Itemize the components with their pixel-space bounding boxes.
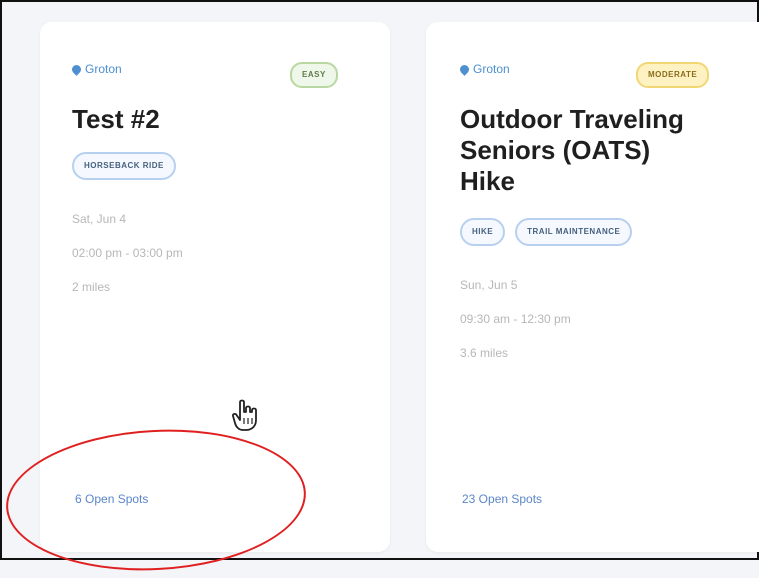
open-spots[interactable]: 23 Open Spots: [462, 492, 542, 506]
event-distance: 3.6 miles: [460, 346, 509, 360]
event-distance: 2 miles: [72, 280, 111, 294]
location-pin-icon: [458, 62, 471, 76]
tag-list: HIKE TRAIL MAINTENANCE: [460, 218, 633, 246]
event-time: 09:30 am - 12:30 pm: [460, 312, 571, 326]
location: Groton: [458, 62, 510, 76]
tag-trail-maintenance: TRAIL MAINTENANCE: [515, 218, 633, 246]
event-title-line-2: Seniors (OATS): [460, 135, 651, 166]
event-title-line-3: Hike: [460, 166, 515, 197]
location-label: Groton: [473, 62, 510, 76]
tag-hike: HIKE: [460, 218, 506, 246]
event-date: Sat, Jun 4: [72, 212, 127, 226]
event-title[interactable]: Test #2: [72, 104, 160, 135]
difficulty-badge: MODERATE: [636, 62, 710, 88]
tag-horseback-ride: HORSEBACK RIDE: [72, 152, 176, 180]
tag-list: HORSEBACK RIDE: [72, 152, 176, 180]
event-time: 02:00 pm - 03:00 pm: [72, 246, 183, 260]
event-title[interactable]: Outdoor Traveling Seniors (OATS) Hike: [460, 104, 684, 198]
difficulty-badge: EASY: [290, 62, 338, 88]
location: Groton: [70, 62, 122, 76]
event-date: Sun, Jun 5: [460, 278, 518, 292]
hand-cursor-icon: [232, 399, 257, 431]
event-title-line-1: Outdoor Traveling: [460, 104, 684, 134]
event-card-oats-hike[interactable]: Groton MODERATE Outdoor Traveling Senior…: [426, 22, 759, 552]
location-label: Groton: [85, 62, 122, 76]
location-pin-icon: [70, 62, 83, 76]
